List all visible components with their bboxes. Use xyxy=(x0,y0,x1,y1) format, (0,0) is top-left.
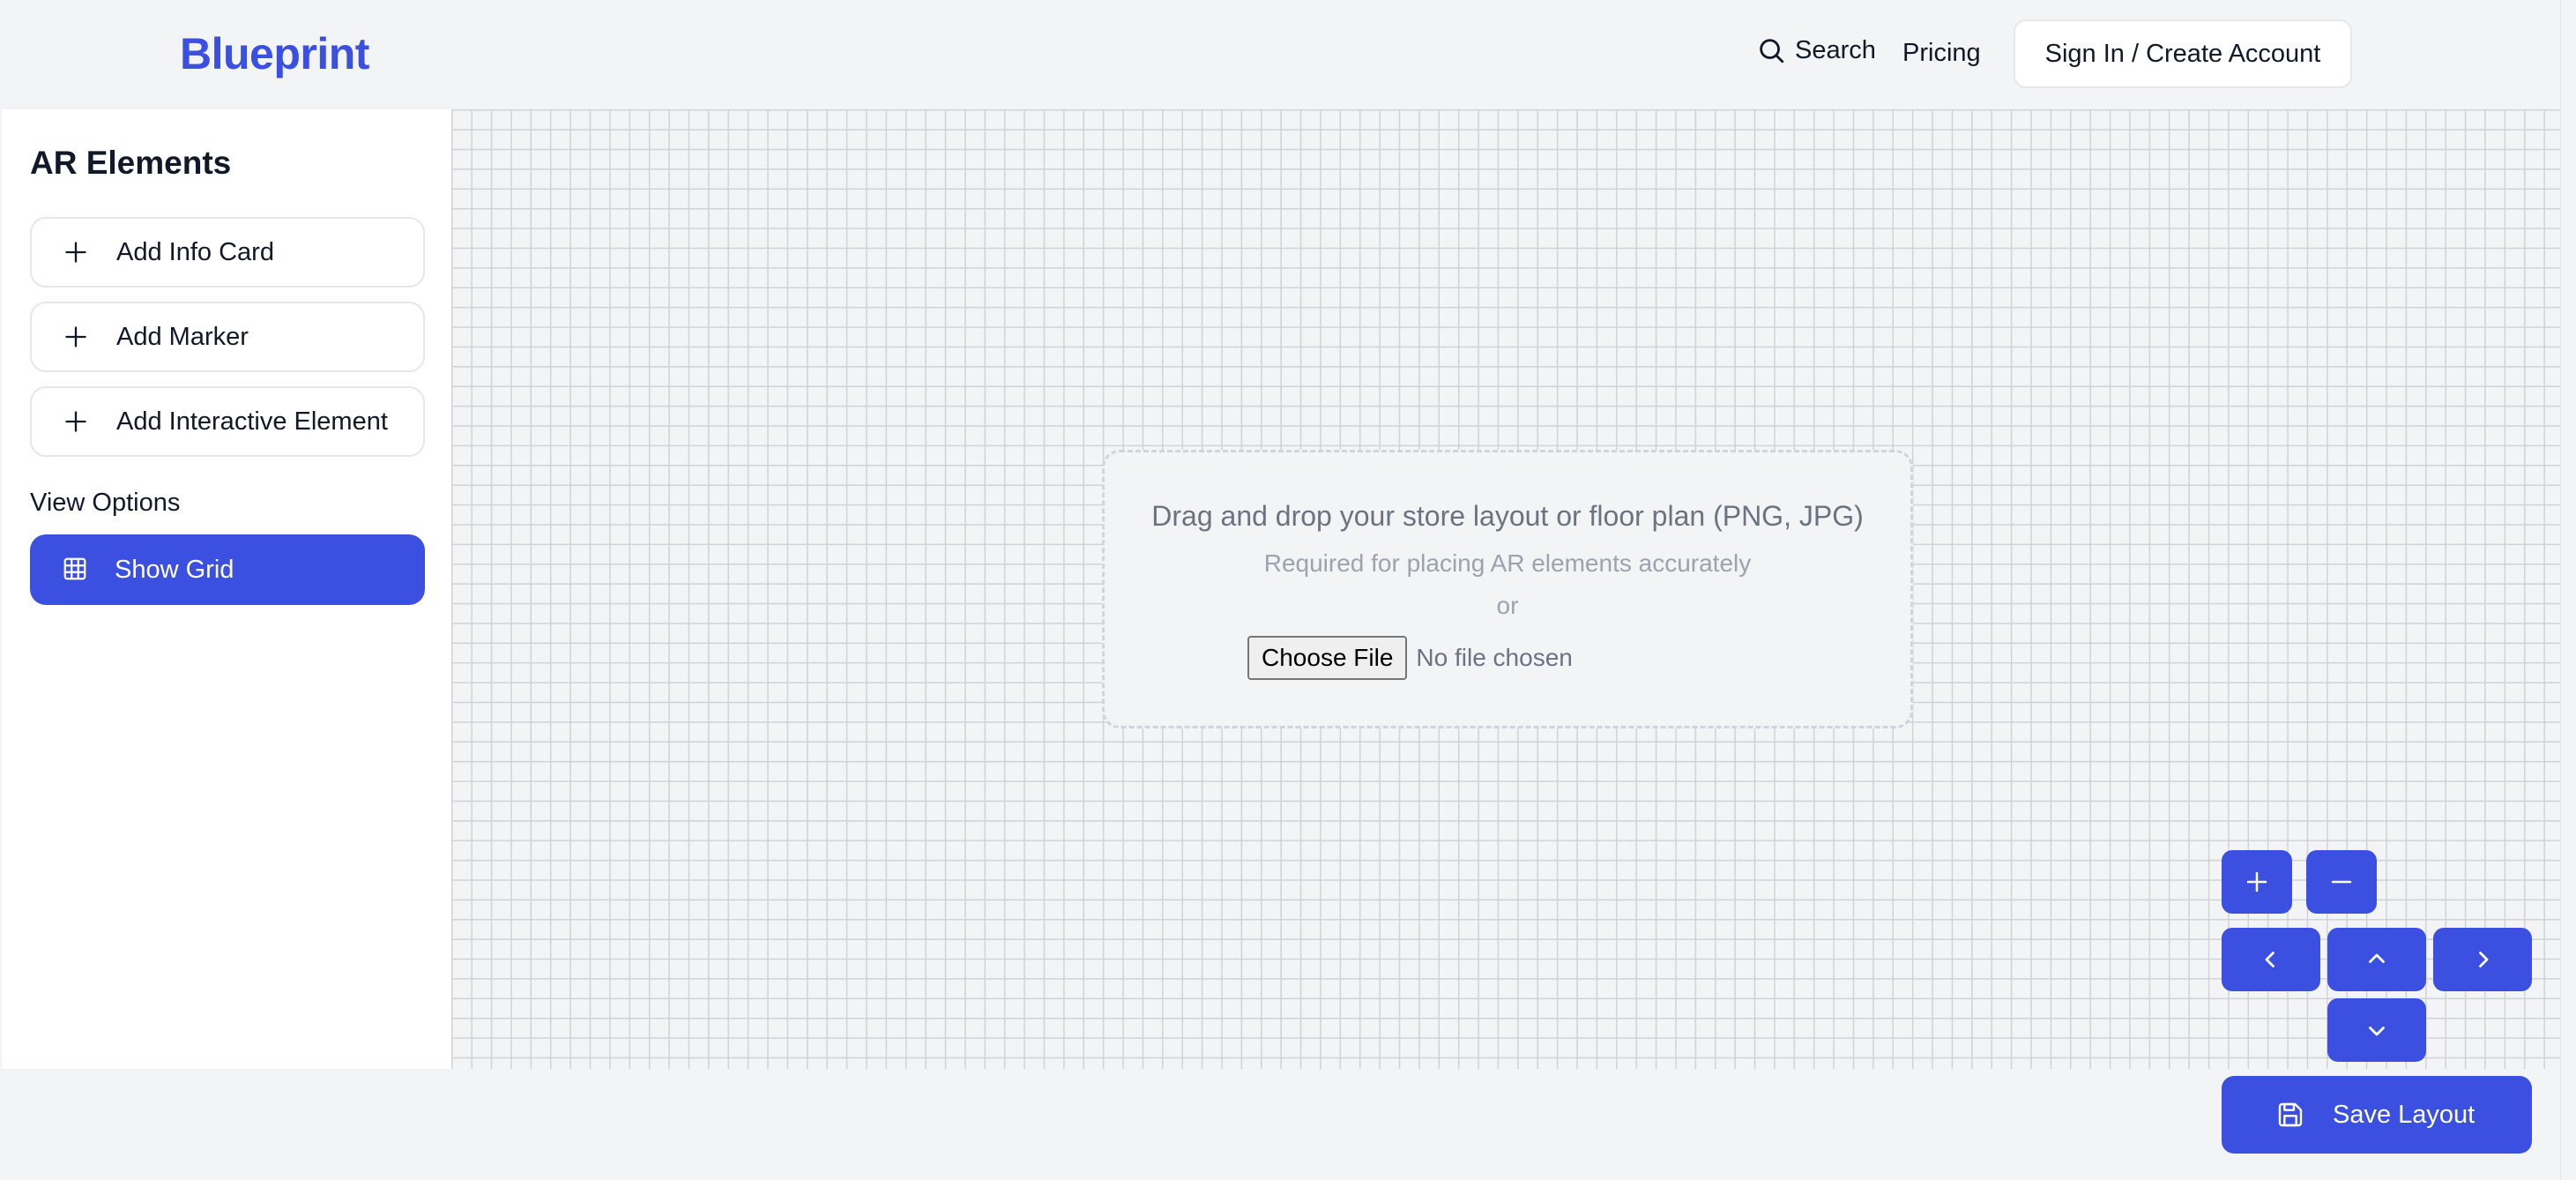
search-label: Search xyxy=(1795,35,1876,64)
logo[interactable]: Blueprint xyxy=(180,28,369,79)
show-grid-button[interactable]: Show Grid xyxy=(30,534,425,605)
choose-file-button[interactable]: Choose File xyxy=(1247,636,1408,680)
pan-up-button[interactable] xyxy=(2327,928,2426,991)
dropzone-instructions: Drag and drop your store layout or floor… xyxy=(1151,500,1864,532)
search-link[interactable]: Search xyxy=(1756,35,1876,65)
add-marker-label: Add Marker xyxy=(116,322,249,351)
top-header: Blueprint Search Pricing Sign In / Creat… xyxy=(0,0,2576,109)
chevron-right-icon xyxy=(2479,952,2489,967)
chevron-left-icon xyxy=(2265,952,2274,967)
zoom-out-button[interactable] xyxy=(2306,850,2377,914)
sidebar: AR Elements Add Info Card Add Marker Add… xyxy=(2,109,451,1069)
plus-icon xyxy=(2246,871,2267,892)
add-marker-button[interactable]: Add Marker xyxy=(30,302,425,372)
file-status: No file chosen xyxy=(1416,644,1573,671)
file-input: Choose File No file chosen xyxy=(1247,636,1573,680)
dropzone-or: or xyxy=(1496,592,1519,619)
save-layout-button[interactable]: Save Layout xyxy=(2222,1076,2532,1154)
file-dropzone[interactable]: Drag and drop your store layout or floor… xyxy=(1102,450,1913,728)
zoom-in-button[interactable] xyxy=(2222,850,2292,914)
view-options-heading: View Options xyxy=(30,489,181,517)
show-grid-label: Show Grid xyxy=(115,556,235,584)
dropzone-subtext: Required for placing AR elements accurat… xyxy=(1263,549,1752,577)
sidebar-title: AR Elements xyxy=(30,145,232,181)
add-info-card-label: Add Info Card xyxy=(116,237,274,266)
chevron-up-icon xyxy=(2369,953,2385,963)
sign-in-button[interactable]: Sign In / Create Account xyxy=(2014,19,2352,88)
plus-icon xyxy=(65,242,86,263)
save-layout-label: Save Layout xyxy=(2333,1101,2475,1129)
add-interactive-element-label: Add Interactive Element xyxy=(116,407,388,436)
pricing-link[interactable]: Pricing xyxy=(1902,39,1981,68)
search-icon xyxy=(1760,39,1784,63)
plus-icon xyxy=(65,411,86,432)
pan-left-button[interactable] xyxy=(2222,928,2320,991)
pan-right-button[interactable] xyxy=(2433,928,2532,991)
chevron-down-icon xyxy=(2369,1027,2385,1036)
plus-icon xyxy=(65,326,86,347)
page-scrollbar[interactable] xyxy=(2560,0,2576,1180)
layout-canvas[interactable]: Drag and drop your store layout or floor… xyxy=(451,109,2560,1069)
grid-icon xyxy=(63,557,86,580)
pan-down-button[interactable] xyxy=(2327,998,2426,1062)
add-interactive-element-button[interactable]: Add Interactive Element xyxy=(30,386,425,457)
save-icon xyxy=(2278,1102,2303,1127)
minus-icon xyxy=(2331,880,2352,884)
add-info-card-button[interactable]: Add Info Card xyxy=(30,217,425,288)
page: Blueprint Search Pricing Sign In / Creat… xyxy=(0,0,2576,1180)
